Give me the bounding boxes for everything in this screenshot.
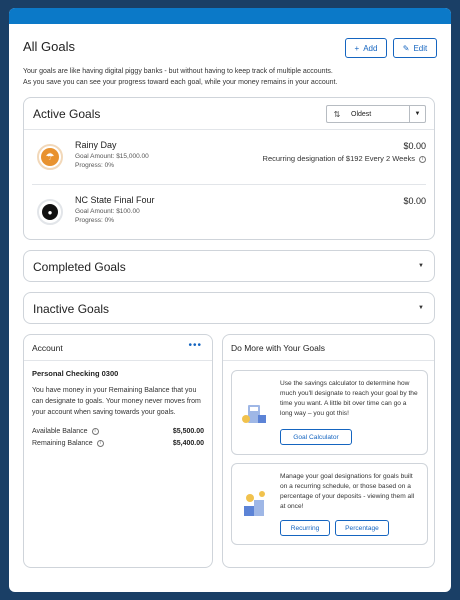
chevron-down-icon: ▼ [418, 263, 424, 269]
umbrella-icon: ☂ [37, 144, 63, 170]
remaining-balance-label: Remaining Balance [32, 440, 93, 447]
completed-goals-title: Completed Goals [33, 260, 126, 274]
calculator-promo-text: Use the savings calculator to determine … [280, 380, 418, 417]
inactive-goals-title: Inactive Goals [33, 302, 110, 316]
goal-summary: $0.00 Recurring designation of $192 Ever… [263, 141, 426, 163]
goal-row-nc-state[interactable]: ● NC State Final Four Goal Amount: $100.… [32, 184, 426, 238]
account-description: You have money in your Remaining Balance… [32, 387, 201, 416]
goal-progress: Progress: 0% [75, 162, 115, 169]
chevron-down-icon: ▼ [409, 106, 425, 122]
sort-icon: ⇅ [333, 109, 341, 119]
app-window: All Goals + Add ✎ Edit Your goals are li… [9, 8, 451, 592]
edit-goals-button[interactable]: ✎ Edit [393, 38, 437, 58]
goal-saved-amount: $0.00 [403, 141, 426, 151]
basketball-icon: ● [37, 199, 63, 225]
goal-info: NC State Final Four Goal Amount: $100.00… [75, 195, 155, 225]
goal-recurring-text: Recurring designation of $192 Every 2 We… [263, 154, 426, 163]
do-more-card: Do More with Your Goals Use the savings … [222, 334, 435, 568]
available-balance-value: $5,500.00 [172, 428, 204, 435]
designations-promo: Manage your goal designations for goals … [231, 463, 428, 545]
account-card: Account ••• Personal Checking 0300 You h… [23, 334, 213, 568]
info-icon[interactable]: i [91, 428, 99, 435]
goal-row-rainy-day[interactable]: ☂ Rainy Day Goal Amount: $15,000.00 Prog… [24, 130, 434, 184]
completed-goals-toggle[interactable]: Completed Goals ▼ [23, 250, 435, 282]
account-title: Account [32, 343, 63, 353]
sort-select[interactable]: ⇅ Oldest ▼ [326, 105, 426, 123]
active-goals-card: Active Goals ⇅ Oldest ▼ ☂ Rainy Day Goal… [23, 97, 435, 240]
percentage-button[interactable]: Percentage [335, 520, 389, 536]
available-balance-label: Available Balance [32, 428, 88, 435]
active-goals-header: Active Goals ⇅ Oldest ▼ [24, 98, 434, 130]
remaining-balance-row: Remaining Balance i $5,400.00 [32, 440, 204, 447]
do-more-header: Do More with Your Goals [223, 335, 434, 361]
edit-label: Edit [413, 43, 428, 53]
do-more-title: Do More with Your Goals [231, 343, 326, 353]
calculator-promo: Use the savings calculator to determine … [231, 370, 428, 455]
calculator-illustration-icon [242, 405, 266, 423]
remaining-balance-value: $5,400.00 [172, 440, 204, 447]
intro-line-2: As you save you can see your progress to… [23, 79, 338, 86]
goal-calculator-button[interactable]: Goal Calculator [280, 429, 352, 445]
account-header: Account ••• [24, 335, 212, 361]
recurring-button[interactable]: Recurring [280, 520, 330, 536]
top-bar [9, 8, 451, 24]
goal-name: Rainy Day [75, 140, 117, 150]
goal-name: NC State Final Four [75, 195, 155, 205]
recurring-label: Recurring designation of $192 Every 2 We… [262, 154, 415, 163]
pencil-icon: ✎ [402, 43, 410, 53]
remaining-balance-label-wrap: Remaining Balance i [32, 440, 104, 447]
intro-text: Your goals are like having digital piggy… [23, 66, 437, 88]
available-balance-label-wrap: Available Balance i [32, 428, 99, 435]
intro-line-1: Your goals are like having digital piggy… [23, 68, 333, 75]
goal-saved-amount: $0.00 [403, 196, 426, 206]
inactive-goals-toggle[interactable]: Inactive Goals ▼ [23, 292, 435, 324]
goal-amount-target: Goal Amount: $100.00 [75, 208, 140, 215]
designations-illustration-icon [244, 491, 265, 516]
add-label: Add [363, 43, 378, 53]
available-balance-row: Available Balance i $5,500.00 [32, 428, 204, 435]
designations-promo-text: Manage your goal designations for goals … [280, 473, 415, 510]
info-icon[interactable]: i [96, 440, 104, 447]
info-icon[interactable]: i [419, 156, 426, 163]
active-goals-title: Active Goals [33, 107, 101, 121]
page-header: All Goals + Add ✎ Edit [23, 36, 437, 58]
add-goal-button[interactable]: + Add [345, 38, 387, 58]
goal-info: Rainy Day Goal Amount: $15,000.00 Progre… [75, 140, 149, 170]
more-options-icon[interactable]: ••• [188, 340, 202, 351]
account-name: Personal Checking 0300 [32, 369, 119, 378]
plus-icon: + [354, 43, 360, 53]
goal-summary: $0.00 [403, 196, 426, 206]
sort-selected: Oldest [351, 110, 372, 118]
account-body: Personal Checking 0300 You have money in… [24, 361, 212, 455]
goal-progress: Progress: 0% [75, 217, 115, 224]
goal-amount-target: Goal Amount: $15,000.00 [75, 153, 149, 160]
goals-page: All Goals + Add ✎ Edit Your goals are li… [23, 36, 437, 568]
chevron-down-icon: ▼ [418, 305, 424, 311]
